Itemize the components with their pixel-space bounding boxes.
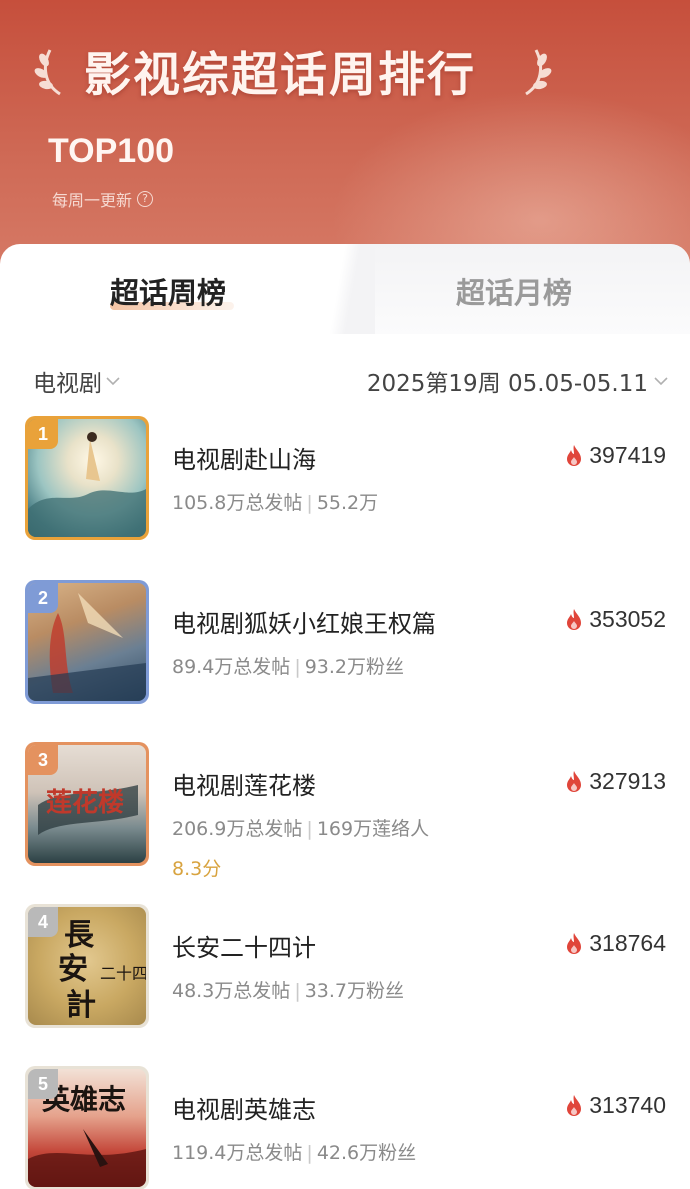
poster-text: 莲花楼: [46, 788, 124, 818]
update-text: 每周一更新: [52, 191, 133, 210]
item-fans: 169万莲络人: [316, 818, 430, 840]
heat-number: 313740: [589, 1092, 666, 1118]
heat-value: 353052: [564, 606, 666, 633]
meta-divider: |: [306, 492, 313, 514]
meta-divider: |: [306, 1142, 313, 1164]
item-name: 电视剧英雄志: [172, 1096, 316, 1124]
flame-icon: [567, 1094, 582, 1116]
item-posts: 48.3万总发帖: [172, 980, 291, 1002]
list-item[interactable]: 長 安 計 二十四 4 长安二十四计 48.3万总发帖 | 33.7万粉丝 3187…: [0, 904, 690, 1034]
ranking-card: 超话周榜 超话月榜 电视剧 2025第19周 05.05-05.11 1 电视剧…: [0, 244, 690, 1189]
category-dropdown[interactable]: 电视剧: [33, 364, 120, 398]
tab-monthly[interactable]: 超话月榜: [456, 270, 572, 312]
rank-badge: 1: [28, 419, 58, 449]
heat-value: 397419: [564, 442, 666, 469]
poster-image: 長 安 計 二十四 4: [25, 904, 149, 1028]
heat-value: 313740: [564, 1092, 666, 1119]
item-fans: 93.2万粉丝: [304, 656, 405, 678]
heat-number: 353052: [589, 606, 666, 632]
category-label: 电视剧: [33, 371, 102, 397]
list-item[interactable]: 莲花楼 3 电视剧莲花楼 206.9万总发帖 | 169万莲络人 8.3分 3279…: [0, 742, 690, 892]
chevron-down-icon: [106, 377, 120, 386]
flame-icon: [567, 444, 582, 466]
tab-weekly[interactable]: 超话周榜: [110, 270, 226, 312]
item-name: 电视剧赴山海: [172, 446, 316, 474]
item-score: 8.3分: [172, 858, 222, 880]
item-posts: 119.4万总发帖: [172, 1142, 303, 1164]
item-posts: 105.8万总发帖: [172, 492, 303, 514]
filter-bar: 电视剧 2025第19周 05.05-05.11: [0, 364, 690, 398]
item-meta: 206.9万总发帖 | 169万莲络人: [172, 814, 429, 841]
flame-icon: [567, 770, 582, 792]
tab-bar: 超话周榜 超话月榜: [0, 244, 690, 334]
poster-image: 2: [25, 580, 149, 704]
poster-image: 莲花楼 3: [25, 742, 149, 866]
rank-badge: 5: [28, 1069, 58, 1099]
heat-value: 327913: [564, 768, 666, 795]
item-meta: 119.4万总发帖 | 42.6万粉丝: [172, 1138, 416, 1165]
question-circle-icon[interactable]: ?: [137, 191, 154, 207]
item-meta: 89.4万总发帖 | 93.2万粉丝: [172, 652, 404, 679]
item-name: 电视剧狐妖小红娘王权篇: [172, 610, 436, 638]
heat-number: 397419: [589, 442, 666, 468]
poster-text: 安: [58, 952, 88, 987]
flame-icon: [567, 608, 582, 630]
flame-icon: [567, 932, 582, 954]
meta-divider: |: [294, 656, 301, 678]
item-posts: 206.9万总发帖: [172, 818, 303, 840]
laurel-right-icon: [525, 49, 552, 96]
item-fans: 42.6万粉丝: [316, 1142, 417, 1164]
page-subtitle: TOP100: [48, 132, 175, 170]
rank-badge: 2: [28, 583, 58, 613]
rank-badge: 3: [28, 745, 58, 775]
week-dropdown[interactable]: 2025第19周 05.05-05.11: [367, 364, 668, 398]
list-item[interactable]: 英雄志 5 电视剧英雄志 119.4万总发帖 | 42.6万粉丝 313740: [0, 1066, 690, 1189]
heat-number: 327913: [589, 768, 666, 794]
item-fans: 33.7万粉丝: [304, 980, 405, 1002]
chevron-down-icon: [654, 377, 668, 386]
rank-badge: 4: [28, 907, 58, 937]
list-item[interactable]: 2 电视剧狐妖小红娘王权篇 89.4万总发帖 | 93.2万粉丝 353052: [0, 580, 690, 710]
laurel-left-icon: [34, 49, 61, 96]
heat-number: 318764: [589, 930, 666, 956]
list-item[interactable]: 1 电视剧赴山海 105.8万总发帖 | 55.2万 397419: [0, 416, 690, 546]
heat-value: 318764: [564, 930, 666, 957]
item-posts: 89.4万总发帖: [172, 656, 291, 678]
item-name: 长安二十四计: [172, 934, 316, 962]
meta-divider: |: [306, 818, 313, 840]
poster-text: 長: [64, 918, 95, 953]
update-note: 每周一更新 ?: [52, 187, 154, 211]
poster-text: 二十四: [100, 964, 146, 983]
item-fans: 55.2万: [316, 492, 379, 514]
page-title: 影视综超话周排行: [84, 48, 476, 103]
item-meta: 48.3万总发帖 | 33.7万粉丝: [172, 976, 404, 1003]
item-meta: 105.8万总发帖 | 55.2万: [172, 488, 378, 515]
week-label: 2025第19周 05.05-05.11: [366, 371, 648, 397]
poster-text: 計: [66, 988, 96, 1023]
meta-divider: |: [294, 980, 301, 1002]
poster-image: 1: [25, 416, 149, 540]
poster-image: 英雄志 5: [25, 1066, 149, 1189]
item-name: 电视剧莲花楼: [172, 772, 316, 800]
